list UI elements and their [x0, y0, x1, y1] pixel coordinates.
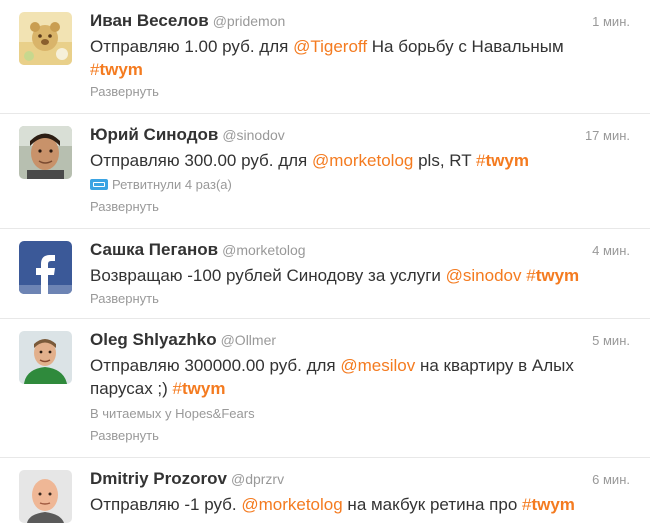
tweet-timestamp[interactable]: 5 мин.	[592, 333, 630, 348]
retweet-count[interactable]: Ретвитнули 4 раз(а)	[90, 177, 232, 192]
tweet-item[interactable]: Юрий Синодов @sinodov 17 мин. Отправляю 3…	[0, 114, 650, 229]
man-photo-avatar[interactable]	[19, 126, 72, 179]
tweet-text-part: Отправляю 300.00 руб. для	[90, 151, 312, 170]
tweet-timestamp[interactable]: 6 мин.	[592, 472, 630, 487]
tweet-text-part: Отправляю 300000.00 руб. для	[90, 356, 341, 375]
author-fullname[interactable]: Сашка Пеганов	[90, 240, 218, 259]
tweet-timestamp[interactable]: 4 мин.	[592, 243, 630, 258]
expand-link[interactable]: Развернуть	[90, 428, 159, 443]
author-username[interactable]: @pridemon	[213, 13, 286, 29]
mention-link[interactable]: @Tigeroff	[293, 37, 367, 56]
hashtag-link[interactable]: #twym	[526, 266, 579, 285]
hashtag-word: twym	[535, 266, 580, 285]
mention-link[interactable]: @mesilov	[340, 356, 415, 375]
facebook-logo-avatar[interactable]	[19, 241, 72, 294]
hashtag-word: twym	[485, 151, 529, 170]
tweet-text: Отправляю 1.00 руб. для @Tigeroff На бор…	[90, 35, 620, 81]
expand-link[interactable]: Развернуть	[90, 84, 159, 99]
tweet-item[interactable]: Иван Веселов @pridemon 1 мин. Отправляю 1…	[0, 0, 650, 114]
tweet-timestamp[interactable]: 17 мин.	[585, 128, 630, 143]
tweet-item[interactable]: Dmitriy Prozorov @dprzrv 6 мин. Отправляю…	[0, 458, 650, 524]
mention-link[interactable]: @morketolog	[241, 495, 342, 514]
tweet-item[interactable]: Сашка Пеганов @morketolog 4 мин. Возвраща…	[0, 229, 650, 319]
tweet-text: Возвращаю -100 рублей Синодову за услуги…	[90, 264, 620, 287]
tweet-text: Отправляю 300000.00 руб. для @mesilov на…	[90, 354, 610, 400]
author-fullname[interactable]: Dmitriy Prozorov	[90, 469, 227, 488]
hashtag-word: twym	[182, 379, 226, 398]
hashtag-symbol: #	[526, 266, 536, 285]
expand-link[interactable]: Развернуть	[90, 291, 159, 306]
hashtag-link[interactable]: #twym	[476, 151, 529, 170]
mention-link[interactable]: @morketolog	[312, 151, 413, 170]
hashtag-word: twym	[531, 495, 575, 514]
retweet-count-label: Ретвитнули 4 раз(а)	[112, 177, 232, 192]
tweet-text-part: Возвращаю -100 рублей Синодову за услуги	[90, 266, 446, 285]
author-username[interactable]: @dprzrv	[231, 471, 284, 487]
author-fullname[interactable]: Oleg Shlyazhko	[90, 330, 217, 349]
tweet-header: Сашка Пеганов @morketolog	[90, 240, 306, 262]
author-username[interactable]: @morketolog	[222, 242, 305, 258]
tweet-text-part: Отправляю 1.00 руб. для	[90, 37, 294, 56]
hashtag-link[interactable]: #twym	[90, 60, 143, 79]
author-username[interactable]: @sinodov	[222, 127, 284, 143]
man-green-shirt-avatar[interactable]	[19, 331, 72, 384]
mention-link[interactable]: @sinodov	[446, 266, 522, 285]
hashtag-word: twym	[99, 60, 143, 79]
author-username[interactable]: @Ollmer	[221, 332, 276, 348]
tweet-header: Юрий Синодов @sinodov	[90, 125, 285, 147]
teddy-bear-avatar[interactable]	[19, 12, 72, 65]
tweet-header: Dmitriy Prozorov @dprzrv	[90, 469, 284, 491]
tweet-text-part: Отправляю -1 руб.	[90, 495, 242, 514]
tweet-item[interactable]: Oleg Shlyazhko @Ollmer 5 мин. Отправляю 3…	[0, 319, 650, 458]
tweet-header: Oleg Shlyazhko @Ollmer	[90, 330, 276, 352]
tweet-text: Отправляю 300.00 руб. для @morketolog pl…	[90, 149, 620, 172]
retweet-icon	[90, 179, 108, 190]
tweet-timestamp[interactable]: 1 мин.	[592, 14, 630, 29]
author-fullname[interactable]: Юрий Синодов	[90, 125, 218, 144]
follow-context: В читаемых у Hopes&Fears	[90, 406, 255, 421]
author-fullname[interactable]: Иван Веселов	[90, 11, 209, 30]
tweet-feed: Иван Веселов @pridemon 1 мин. Отправляю 1…	[0, 0, 650, 524]
hashtag-link[interactable]: #twym	[173, 379, 226, 398]
tweet-text-part: pls, RT	[413, 151, 477, 170]
tweet-text-part: на макбук ретина про	[342, 495, 522, 514]
tweet-text: Отправляю -1 руб. @morketolog на макбук …	[90, 493, 620, 516]
hashtag-symbol: #	[476, 151, 486, 170]
hashtag-symbol: #	[172, 379, 182, 398]
tweet-text-part: На борьбу с Навальным	[367, 37, 564, 56]
tweet-header: Иван Веселов @pridemon	[90, 11, 285, 33]
bald-man-avatar[interactable]	[19, 470, 72, 523]
expand-link[interactable]: Развернуть	[90, 199, 159, 214]
hashtag-link[interactable]: #twym	[522, 495, 575, 514]
